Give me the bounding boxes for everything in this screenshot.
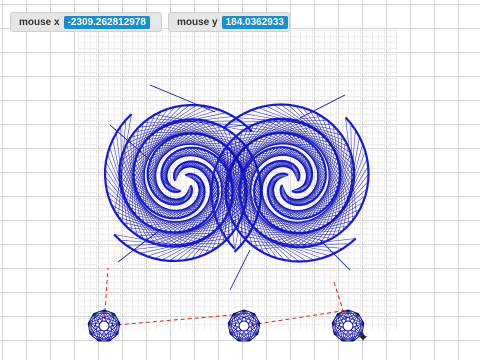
gear-wheel-2[interactable] — [227, 309, 261, 342]
spiral-artwork — [103, 84, 370, 291]
gear-wheel-1[interactable] — [87, 309, 121, 342]
mouse-x-monitor: mouse x -2309.262812978 — [10, 12, 162, 32]
mouse-x-value: -2309.262812978 — [63, 15, 150, 29]
left-spiral — [103, 103, 262, 262]
drawing-stage[interactable] — [0, 0, 480, 360]
linkage-dashed-line — [103, 313, 245, 327]
spike-line — [229, 249, 251, 291]
spike-line — [299, 94, 346, 119]
crosshair-star-icon[interactable]: ✦ — [356, 330, 370, 344]
linkage-lines — [103, 267, 349, 327]
mouse-y-label: mouse y — [177, 16, 218, 28]
mouse-y-value: 184.0362933 — [221, 15, 288, 29]
spike-line — [149, 84, 216, 113]
mouse-x-label: mouse x — [19, 16, 60, 28]
mouse-y-monitor: mouse y 184.0362933 — [168, 12, 290, 32]
gear-wheels — [87, 309, 365, 342]
spike-line — [319, 239, 351, 271]
